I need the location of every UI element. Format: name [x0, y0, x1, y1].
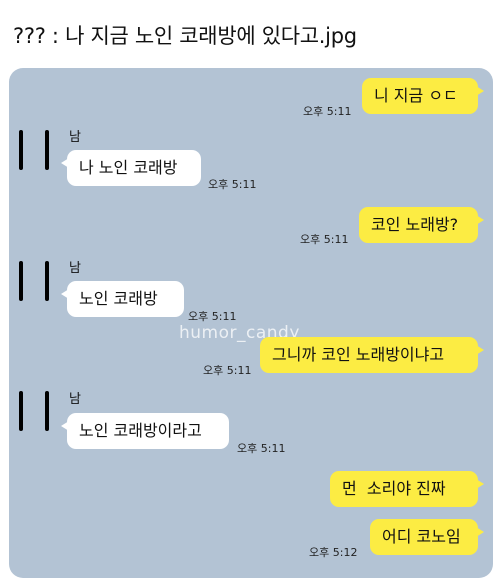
message-bubble: 그니까 코인 노래방이냐고	[260, 337, 484, 373]
message-bubble: 니 지금 ㅇㄷ	[362, 78, 484, 114]
message-time: 오후 5:11	[303, 105, 352, 118]
message-time: 오후 5:12	[309, 546, 358, 559]
message-bubble: 어디 코노임	[370, 519, 484, 555]
message-time: 오후 5:11	[300, 233, 349, 246]
message-bubble: 나 노인 코래방	[61, 150, 201, 186]
avatar	[15, 130, 55, 170]
message-bubble: 코인 노래방?	[359, 207, 484, 243]
sender-name: 남	[69, 261, 81, 276]
avatar	[15, 391, 55, 431]
sender-name: 남	[69, 130, 81, 145]
avatar	[15, 261, 55, 301]
message-time: 오후 5:11	[203, 364, 252, 377]
message-time: 오후 5:11	[188, 310, 237, 323]
message-time: 오후 5:11	[208, 178, 257, 191]
post-caption: ??? : 나 지금 노인 코래방에 있다고.jpg	[13, 24, 357, 48]
message-bubble: 노인 코래방이라고	[61, 413, 229, 449]
message-bubble: 먼 소리야 진짜	[330, 471, 484, 507]
chat-screenshot: 오후 5:11 니 지금 ㅇㄷ 남 나 노인 코래방 오후 5:11 오후 5:…	[9, 68, 493, 578]
sender-name: 남	[69, 392, 81, 407]
message-bubble: 노인 코래방	[61, 281, 184, 317]
message-time: 오후 5:11	[237, 442, 286, 455]
